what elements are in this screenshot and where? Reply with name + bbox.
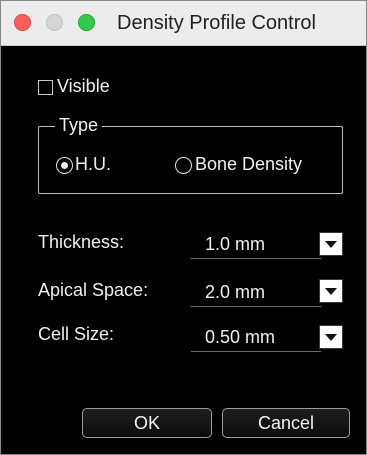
visible-label[interactable]: Visible bbox=[57, 76, 110, 97]
cell-size-dropdown-button[interactable] bbox=[319, 325, 343, 349]
apical-space-label: Apical Space: bbox=[38, 280, 149, 300]
chevron-down-icon bbox=[325, 334, 337, 341]
chevron-down-icon bbox=[325, 288, 337, 295]
radio-hu[interactable] bbox=[56, 157, 73, 174]
type-group-title: Type bbox=[55, 115, 103, 136]
thickness-underline bbox=[191, 258, 321, 259]
density-profile-window: Density Profile Control Visible Type H.U… bbox=[0, 0, 367, 455]
thickness-value[interactable]: 1.0 mm bbox=[205, 234, 265, 255]
cancel-button[interactable]: Cancel bbox=[222, 408, 350, 438]
title-bar[interactable]: Density Profile Control bbox=[1, 1, 366, 46]
visible-checkbox[interactable] bbox=[38, 80, 53, 95]
radio-selected-dot-icon bbox=[60, 161, 68, 169]
thickness-dropdown-button[interactable] bbox=[319, 232, 343, 256]
ok-button[interactable]: OK bbox=[82, 408, 212, 438]
cell-size-underline bbox=[191, 351, 321, 352]
apical-space-value[interactable]: 2.0 mm bbox=[205, 282, 265, 303]
radio-bone-density-label[interactable]: Bone Density bbox=[195, 154, 302, 175]
radio-hu-label[interactable]: H.U. bbox=[75, 154, 111, 175]
radio-bone-density[interactable] bbox=[175, 157, 192, 174]
close-window-icon[interactable] bbox=[14, 14, 31, 31]
dialog-content: Visible Type H.U. Bone Density Thickness… bbox=[1, 46, 366, 454]
chevron-down-icon bbox=[325, 241, 337, 248]
cell-size-label: Cell Size: bbox=[38, 324, 115, 344]
thickness-label: Thickness: bbox=[38, 232, 125, 252]
minimize-window-icon[interactable] bbox=[46, 14, 63, 31]
apical-space-dropdown-button[interactable] bbox=[319, 279, 343, 303]
window-title: Density Profile Control bbox=[117, 12, 316, 34]
maximize-window-icon[interactable] bbox=[78, 14, 95, 31]
cell-size-value[interactable]: 0.50 mm bbox=[205, 327, 275, 348]
apical-space-underline bbox=[191, 306, 321, 307]
